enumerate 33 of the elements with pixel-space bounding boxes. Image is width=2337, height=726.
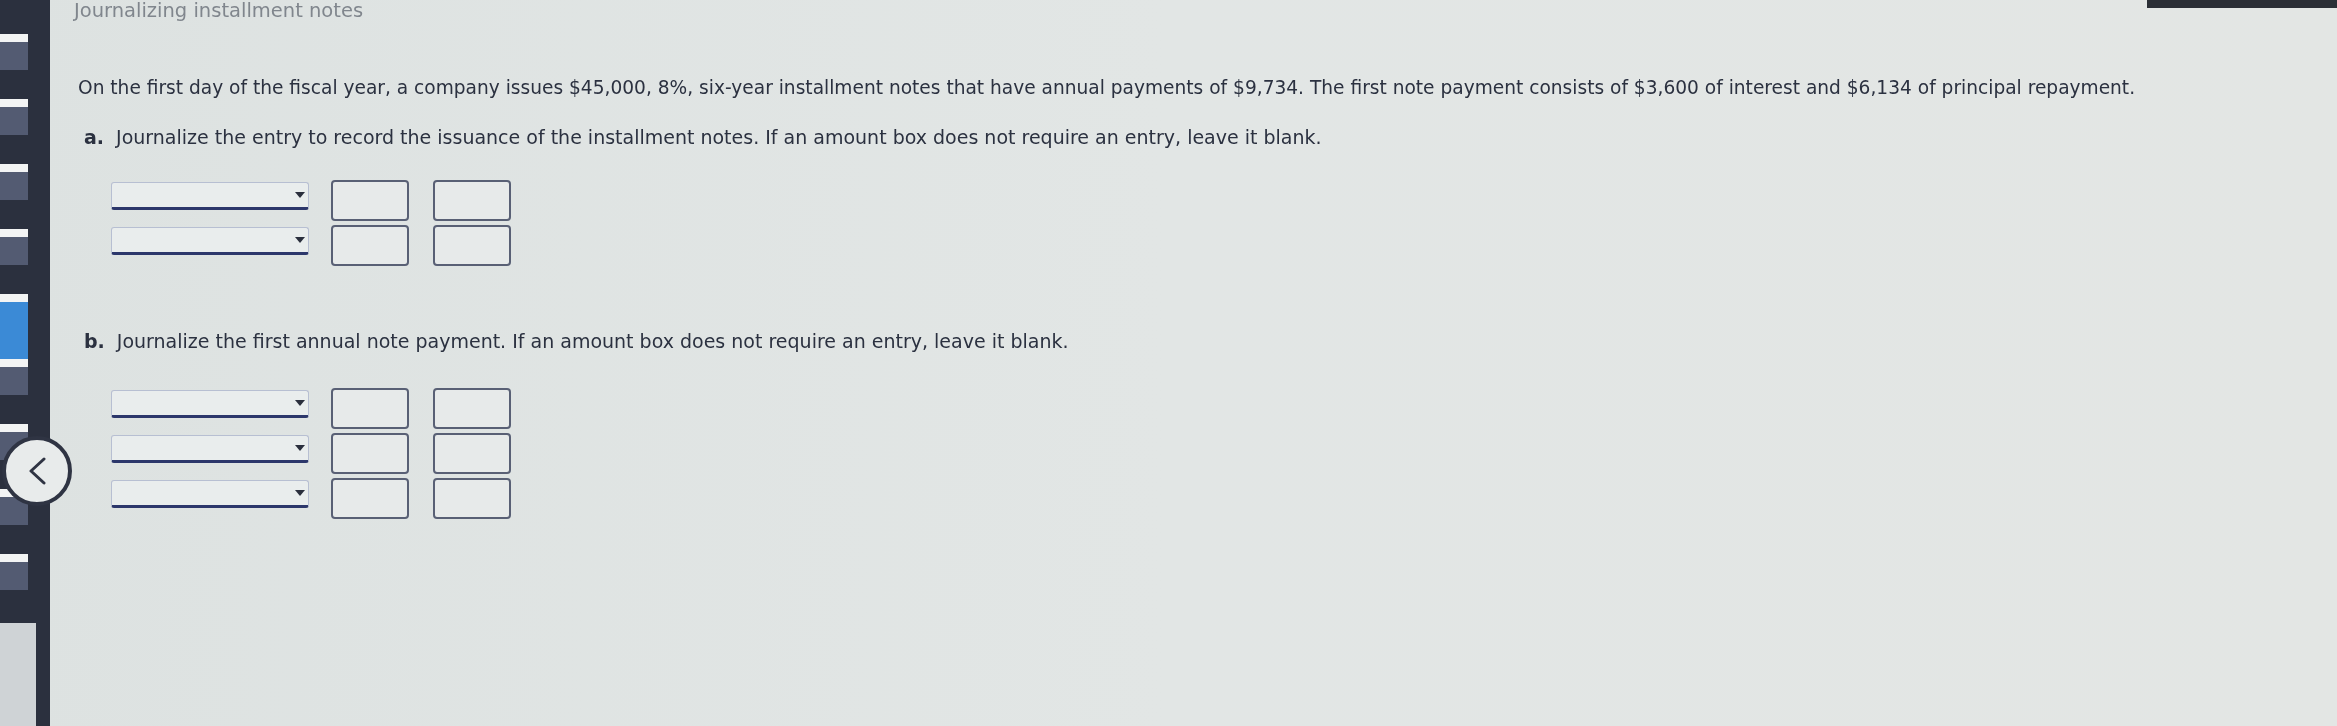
amount-field[interactable] — [331, 225, 409, 266]
account-dropdown[interactable] — [111, 435, 309, 463]
caret-icon — [295, 490, 305, 496]
caret-icon — [295, 445, 305, 451]
caret-icon — [295, 400, 305, 406]
account-dropdown[interactable] — [111, 182, 309, 210]
chevron-left-icon — [28, 457, 46, 485]
amount-field[interactable] — [433, 478, 511, 519]
caret-icon — [295, 237, 305, 243]
part-instruction: Journalize the entry to record the issuance of the installment notes. If an amount box does not require an entry, leave it blank. — [116, 126, 1322, 148]
part-instruction: Journalize the first annual note payment. If an amount box does not require an entry, leave it blank. — [116, 330, 1069, 352]
account-dropdown[interactable] — [111, 227, 309, 255]
amount-field[interactable] — [331, 180, 409, 221]
sidebar-tab[interactable] — [0, 359, 28, 395]
account-dropdown[interactable] — [111, 480, 309, 508]
amount-field[interactable] — [331, 478, 409, 519]
amount-field[interactable] — [331, 433, 409, 474]
caret-icon — [295, 192, 305, 198]
part-label: a. — [84, 126, 105, 148]
amount-field[interactable] — [433, 388, 511, 429]
amount-field[interactable] — [433, 433, 511, 474]
part-label: b. — [84, 330, 105, 352]
page-title: Journalizing installment notes — [74, 0, 364, 22]
problem-statement: On the first day of the fiscal year, a company issues $45,000, 8%, six-year installment notes that have annual payments of $9,734. The first note payment consists of $3,600 of interest and $6,134 of principal repayment. — [78, 77, 2136, 99]
amount-field[interactable] — [433, 180, 511, 221]
sidebar-tab[interactable] — [0, 164, 28, 200]
sidebar-tab[interactable] — [0, 99, 28, 135]
amount-field[interactable] — [433, 225, 511, 266]
amount-field[interactable] — [331, 388, 409, 429]
sidebar-tab[interactable] — [0, 34, 28, 70]
account-dropdown[interactable] — [111, 390, 309, 418]
sidebar-tab[interactable] — [0, 554, 28, 590]
sidebar-tab[interactable] — [0, 229, 28, 265]
